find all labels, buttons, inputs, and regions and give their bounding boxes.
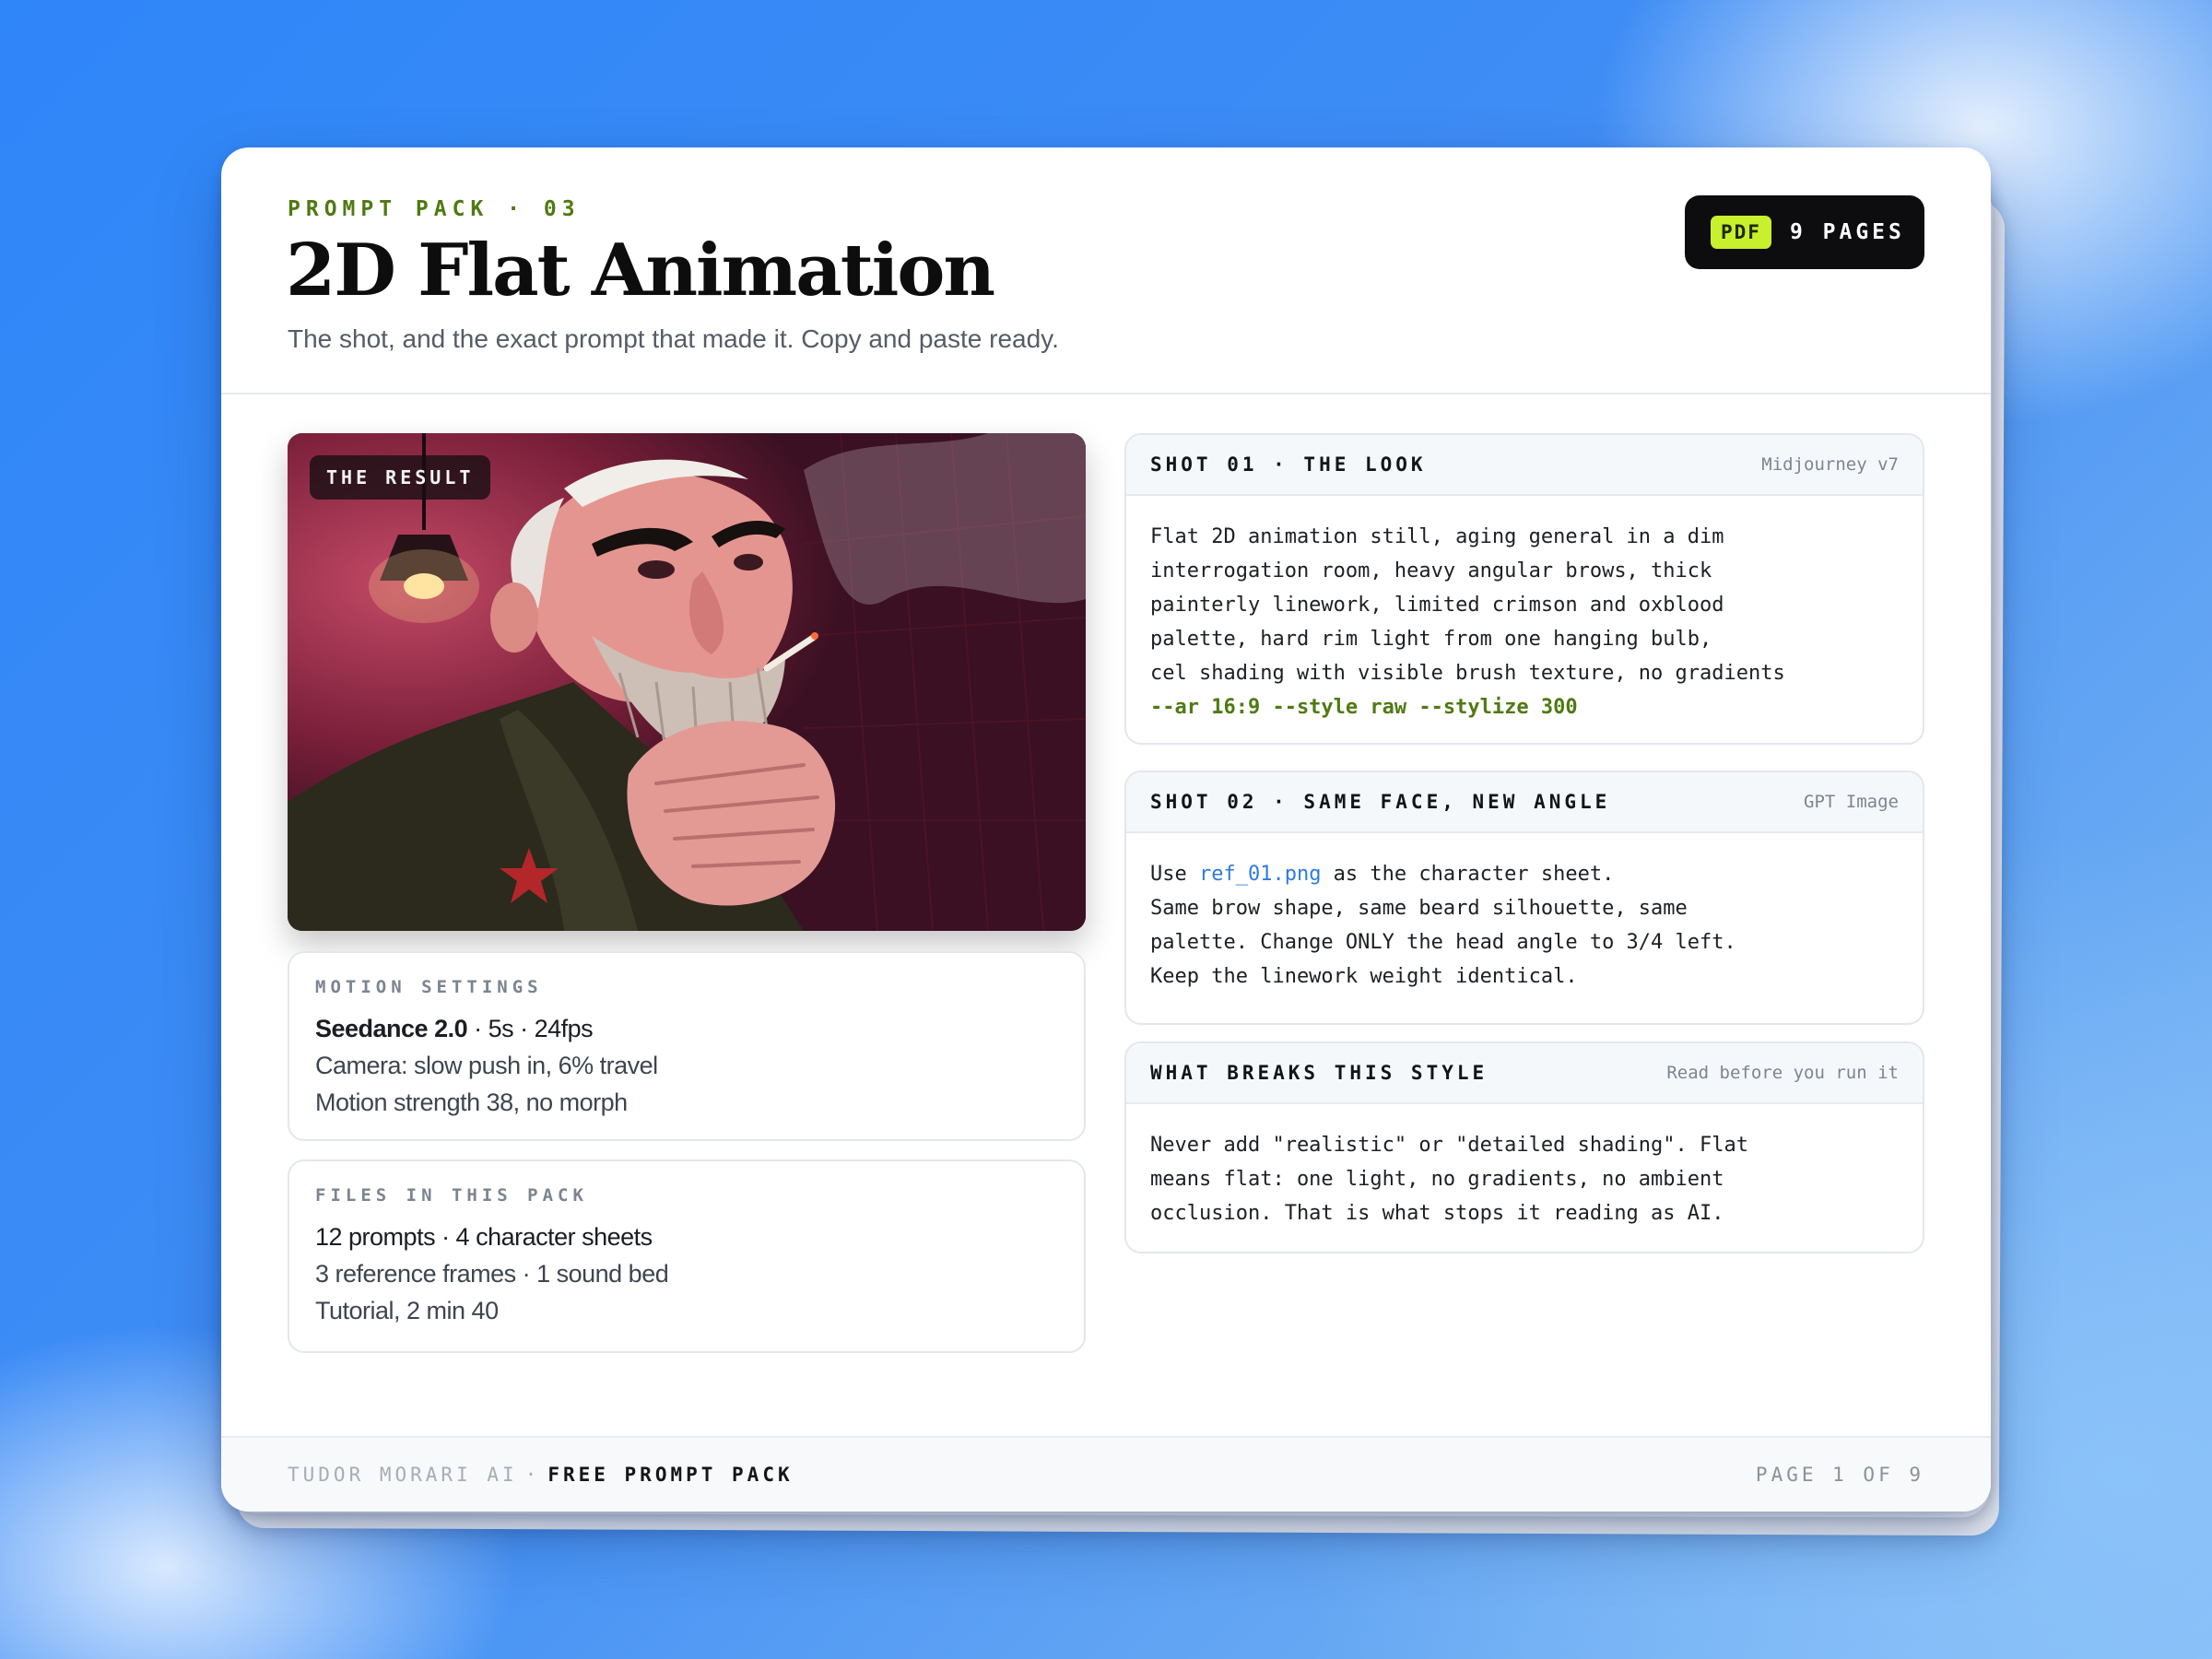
warning-title: WHAT BREAKS THIS STYLE (1150, 1062, 1488, 1084)
reference-file-link[interactable]: ref_01.png (1199, 863, 1321, 886)
pdf-tag: PDF (1711, 216, 1771, 249)
warning-line: occlusion. That is what stops it reading… (1150, 1202, 1724, 1225)
pages-count: 9 PAGES (1789, 220, 1905, 244)
files-box: FILES IN THIS PACK 12 prompts · 4 charac… (288, 1159, 1086, 1353)
prompt-pack-page: PROMPT PACK · 03 2D Flat Animation The s… (221, 147, 1991, 1512)
warning-text: Never add "realistic" or "detailed shadi… (1126, 1104, 1923, 1249)
shot-02-card: SHOT 02 · SAME FACE, NEW ANGLE GPT Image… (1124, 771, 1924, 1025)
result-image: THE RESULT (288, 433, 1086, 931)
shot-01-tool: Midjourney v7 (1761, 454, 1899, 475)
prompt-text: Use (1150, 863, 1199, 886)
pdf-pages-badge[interactable]: PDF 9 PAGES (1685, 195, 1924, 269)
files-label: FILES IN THIS PACK (315, 1185, 588, 1206)
prompt-line: Flat 2D animation still, aging general i… (1150, 525, 1724, 548)
footer-brand: TUDOR MORARI AI (288, 1464, 518, 1486)
warning-line: means flat: one light, no gradients, no … (1150, 1168, 1724, 1191)
files-line-1: 12 prompts · 4 character sheets (315, 1223, 653, 1251)
page-footer: TUDOR MORARI AI · FREE PROMPT PACK PAGE 1 … (221, 1436, 1991, 1512)
prompt-line: palette. Change ONLY the head angle to 3… (1150, 931, 1736, 954)
result-tag: THE RESULT (310, 455, 491, 500)
prompt-line: palette, hard rim light from one hanging… (1150, 628, 1712, 651)
motion-strength-line: Motion strength 38, no morph (315, 1088, 628, 1116)
files-line-3: Tutorial, 2 min 40 (315, 1297, 499, 1324)
prompt-line: Keep the linework weight identical. (1150, 965, 1578, 988)
prompt-parameters: --ar 16:9 --style raw --stylize 300 (1150, 696, 1578, 719)
page-title: 2D Flat Animation (286, 229, 995, 312)
prompt-text: as the character sheet. (1321, 863, 1615, 886)
motion-settings-box: MOTION SETTINGS Seedance 2.0 · 5s · 24fp… (288, 951, 1086, 1141)
motion-model-line: Seedance 2.0 · 5s · 24fps (315, 1010, 1058, 1047)
prompt-line: Same brow shape, same beard silhouette, … (1150, 897, 1688, 920)
shot-02-prompt[interactable]: Use ref_01.png as the character sheet. S… (1126, 833, 1923, 1012)
warning-note: Read before you run it (1666, 1063, 1899, 1083)
footer-pack-name: FREE PROMPT PACK (547, 1464, 794, 1486)
shot-01-header: SHOT 01 · THE LOOK Midjourney v7 (1126, 435, 1923, 496)
pack-eyebrow: PROMPT PACK · 03 (288, 197, 581, 221)
shot-01-prompt[interactable]: Flat 2D animation still, aging general i… (1126, 496, 1923, 743)
shot-01-card: SHOT 01 · THE LOOK Midjourney v7 Flat 2D… (1124, 433, 1924, 745)
motion-specs: · 5s · 24fps (467, 1015, 594, 1042)
warning-line: Never add "realistic" or "detailed shadi… (1150, 1134, 1749, 1157)
warning-card: WHAT BREAKS THIS STYLE Read before you r… (1124, 1041, 1924, 1253)
shot-02-title: SHOT 02 · SAME FACE, NEW ANGLE (1150, 791, 1611, 813)
footer-separator: · (524, 1464, 541, 1486)
motion-settings-label: MOTION SETTINGS (315, 977, 543, 997)
prompt-line: painterly linework, limited crimson and … (1150, 594, 1724, 617)
shot-01-title: SHOT 01 · THE LOOK (1150, 453, 1427, 476)
shot-02-tool: GPT Image (1804, 792, 1899, 812)
prompt-line: Use ref_01.png as the character sheet. (1150, 857, 1899, 891)
motion-model: Seedance 2.0 (315, 1015, 468, 1042)
page-indicator: PAGE 1 OF 9 (1755, 1464, 1924, 1486)
motion-camera-line: Camera: slow push in, 6% travel (315, 1052, 658, 1079)
page-subtitle: The shot, and the exact prompt that made… (288, 324, 1059, 353)
shot-02-header: SHOT 02 · SAME FACE, NEW ANGLE GPT Image (1126, 772, 1923, 833)
prompt-line: interrogation room, heavy angular brows,… (1150, 559, 1712, 582)
page-header: PROMPT PACK · 03 2D Flat Animation The s… (221, 147, 1991, 394)
general-illustration (288, 433, 1086, 931)
files-line-2: 3 reference frames · 1 sound bed (315, 1260, 669, 1288)
footer-credit: TUDOR MORARI AI · FREE PROMPT PACK (288, 1464, 794, 1486)
prompt-line: cel shading with visible brush texture, … (1150, 662, 1785, 685)
warning-header: WHAT BREAKS THIS STYLE Read before you r… (1126, 1043, 1923, 1104)
